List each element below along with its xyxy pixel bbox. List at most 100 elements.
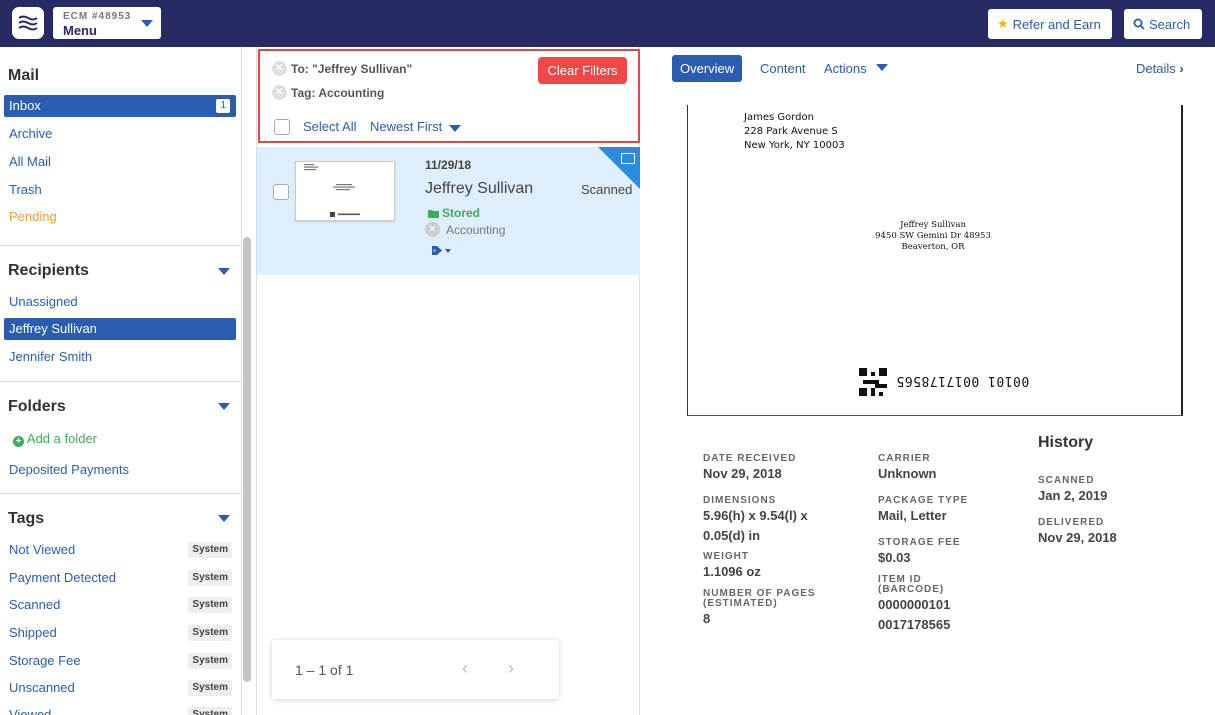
tag-label: Not Viewed	[9, 542, 76, 557]
filter-to-label: To: "Jeffrey Sullivan"	[291, 61, 413, 76]
tag-label: Scanned	[9, 597, 61, 612]
add-folder-link[interactable]: + Add a folder	[8, 428, 240, 450]
mail-folder[interactable]: Stored	[428, 206, 480, 220]
tag-label: Payment Detected	[9, 570, 116, 585]
qr-code-icon	[859, 368, 887, 396]
active-filters-panel: ✕ To: "Jeffrey Sullivan" ✕ Tag: Accounti…	[258, 49, 640, 143]
section-divider	[0, 381, 241, 382]
dimensions-value-line2: 0.05(d) in	[703, 528, 761, 543]
mail-status: Scanned	[581, 182, 633, 197]
date-received-label: DATE RECEIVED	[703, 453, 797, 464]
sidebar-item-inbox[interactable]: Inbox 1	[4, 95, 236, 117]
section-divider	[0, 245, 241, 246]
filter-chip-to: ✕ To: "Jeffrey Sullivan"	[272, 61, 412, 76]
recipient-city: Beaverton, OR	[901, 242, 965, 252]
chevron-right-icon: ›	[1179, 61, 1184, 76]
envelope-scan-image[interactable]: James Gordon 228 Park Avenue S New York,…	[687, 105, 1183, 416]
menu-dropdown-button[interactable]: ECM #48953 Menu	[53, 7, 161, 39]
folders-collapse-chevron-icon[interactable]	[218, 403, 230, 410]
close-icon[interactable]: ✕	[272, 85, 287, 100]
recipient-jennifer-smith[interactable]: Jennifer Smith	[4, 346, 236, 368]
mail-tag: ✕ Accounting	[425, 222, 505, 237]
system-badge: System	[188, 625, 232, 641]
clear-filters-button[interactable]: Clear Filters	[538, 57, 627, 84]
mail-folder-label: Stored	[442, 206, 481, 220]
delivered-label: DELIVERED	[1038, 517, 1105, 528]
item-id-value-line1: 0000000101	[878, 597, 951, 612]
sidebar-item-trash[interactable]: Trash	[4, 179, 236, 201]
weight-value: 1.1096 oz	[703, 564, 761, 579]
system-badge: System	[188, 542, 232, 558]
item-id-value-line2: 0017178565	[878, 617, 951, 632]
scanned-label: SCANNED	[1038, 475, 1095, 486]
sidebar-item-archive[interactable]: Archive	[4, 123, 236, 145]
dimensions-label: DIMENSIONS	[703, 495, 777, 506]
recipient-unassigned[interactable]: Unassigned	[4, 291, 236, 313]
chevron-left-icon[interactable]: ‹	[462, 658, 468, 679]
system-badge: System	[188, 570, 232, 586]
weight-label: WEIGHT	[703, 551, 749, 562]
top-bar: ECM #48953 Menu ★ Refer and Earn Search	[0, 0, 1215, 47]
chevron-down-icon	[141, 20, 153, 27]
sidebar-item-pending[interactable]: Pending	[4, 206, 236, 228]
tags-collapse-chevron-icon[interactable]	[218, 515, 230, 522]
mail-date: 11/29/18	[425, 158, 472, 172]
envelope-barcode-text: 00101 0017178565	[896, 373, 1030, 388]
tag-icon	[432, 246, 442, 255]
close-icon[interactable]: ✕	[272, 61, 287, 76]
carrier-value: Unknown	[878, 466, 937, 481]
remove-tag-close-icon[interactable]: ✕	[425, 222, 440, 237]
add-folder-label: Add a folder	[26, 431, 98, 446]
tab-overview[interactable]: Overview	[672, 55, 743, 82]
app-logo-button[interactable]	[12, 7, 44, 39]
sort-dropdown[interactable]: Newest First	[370, 119, 442, 134]
envelope-thumbnail-graphic	[304, 164, 360, 217]
package-type-label: PACKAGE TYPE	[878, 495, 969, 506]
sidebar-scrollbar[interactable]	[243, 237, 251, 682]
tag-viewed[interactable]: Viewed System	[4, 704, 236, 715]
actions-label: Actions	[824, 61, 867, 76]
storage-fee-label: STORAGE FEE	[878, 537, 961, 548]
recipient-jeffrey-sullivan[interactable]: Jeffrey Sullivan	[4, 318, 236, 340]
system-badge: System	[188, 707, 232, 715]
delivered-value: Nov 29, 2018	[1038, 530, 1117, 545]
details-link[interactable]: Details ›	[1128, 55, 1192, 82]
folder-deposited-payments[interactable]: Deposited Payments	[4, 459, 236, 481]
select-all-checkbox[interactable]	[274, 119, 290, 135]
tag-label: Viewed	[9, 707, 52, 715]
folder-icon	[428, 209, 439, 218]
refer-and-earn-button[interactable]: ★ Refer and Earn	[988, 9, 1112, 39]
sidebar-item-label: Inbox	[9, 98, 41, 113]
tag-not-viewed[interactable]: Not Viewed System	[4, 539, 236, 561]
system-badge: System	[188, 653, 232, 669]
details-label: Details	[1136, 61, 1176, 76]
chevron-down-icon	[445, 248, 451, 253]
envelope-thumbnail[interactable]	[295, 161, 395, 221]
chevron-right-icon[interactable]: ›	[508, 658, 514, 679]
tab-content[interactable]: Content	[752, 55, 814, 82]
mail-list-item[interactable]: 11/29/18 Jeffrey Sullivan Scanned Stored…	[257, 147, 640, 275]
date-received-value: Nov 29, 2018	[703, 466, 782, 481]
mail-item-checkbox[interactable]	[273, 184, 289, 200]
tag-storage-fee[interactable]: Storage Fee System	[4, 650, 236, 672]
system-badge: System	[188, 680, 232, 696]
tab-actions[interactable]: Actions	[816, 55, 896, 82]
mail-recipient: Jeffrey Sullivan	[425, 180, 534, 197]
sidebar: Mail Inbox 1 Archive All Mail Trash Pend…	[0, 47, 242, 715]
search-label: Search	[1149, 16, 1191, 32]
tag-shipped[interactable]: Shipped System	[4, 622, 236, 644]
recipients-collapse-chevron-icon[interactable]	[218, 268, 230, 275]
mail-detail-panel: Overview Content Actions Details › James…	[656, 47, 1215, 715]
pages-label-line2: (ESTIMATED)	[703, 598, 778, 609]
add-tag-dropdown[interactable]	[432, 246, 451, 255]
sidebar-item-all-mail[interactable]: All Mail	[4, 151, 236, 173]
tag-unscanned[interactable]: Unscanned System	[4, 677, 236, 699]
tag-payment-detected[interactable]: Payment Detected System	[4, 567, 236, 589]
recipients-section-title: Recipients	[8, 262, 89, 279]
chevron-down-icon[interactable]	[449, 125, 461, 132]
folders-section-title: Folders	[8, 398, 66, 415]
tag-scanned[interactable]: Scanned System	[4, 594, 236, 616]
search-button[interactable]: Search	[1124, 9, 1202, 39]
search-icon	[1133, 18, 1145, 30]
select-all-link[interactable]: Select All	[303, 119, 356, 134]
